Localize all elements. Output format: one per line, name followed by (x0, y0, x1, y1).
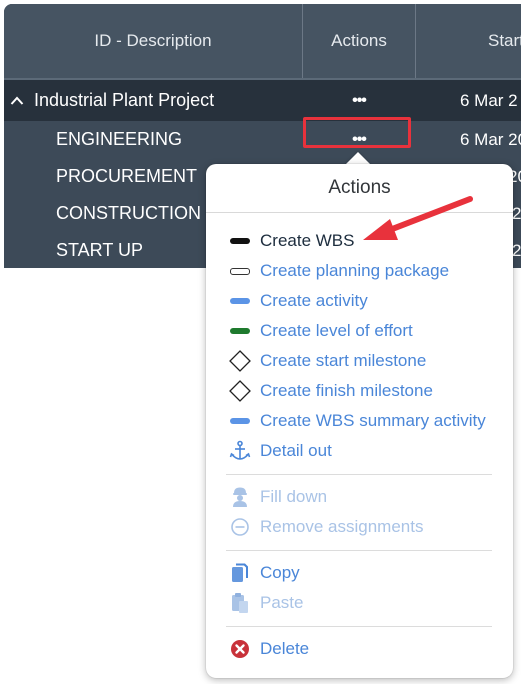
blue-bar-icon (228, 289, 252, 313)
menu-separator (226, 626, 492, 627)
anchor-icon (228, 439, 252, 463)
row-start-date: 6 Mar 2 (460, 90, 518, 110)
row-description: ENGINEERING (56, 129, 183, 149)
chevron-up-icon[interactable] (10, 94, 24, 108)
menu-item-remove-assignments[interactable]: Remove assignments (228, 513, 423, 541)
row-description: PROCUREMENT (56, 166, 198, 186)
menu-item-detail-out[interactable]: Detail out (228, 437, 332, 465)
diamond-icon (228, 349, 252, 373)
row-start-date: 6 Mar 20 (460, 129, 521, 149)
row-description: START UP (56, 240, 144, 260)
table-row-project[interactable]: Industrial Plant Project ••• 6 Mar 2 (4, 80, 521, 121)
delete-icon (228, 637, 252, 661)
menu-item-fill-down[interactable]: Fill down (228, 483, 327, 511)
outline-bar-icon (228, 259, 252, 283)
menu-separator (226, 550, 492, 551)
blue-bar-icon (228, 409, 252, 433)
black-bar-icon (228, 229, 252, 253)
menu-separator (226, 474, 492, 475)
menu-item-create-level-of-effort[interactable]: Create level of effort (228, 317, 413, 345)
paste-icon (228, 591, 252, 615)
red-pointer-arrow-icon (363, 196, 473, 240)
table-row[interactable]: ENGINEERING ••• 6 Mar 20 (4, 121, 521, 158)
green-bar-icon (228, 319, 252, 343)
popover-arrow (346, 152, 370, 164)
menu-item-create-finish-milestone[interactable]: Create finish milestone (228, 377, 433, 405)
menu-item-create-start-milestone[interactable]: Create start milestone (228, 347, 426, 375)
menu-item-create-activity[interactable]: Create activity (228, 287, 368, 315)
diamond-icon (228, 379, 252, 403)
copy-icon (228, 561, 252, 585)
column-header-actions[interactable]: Actions (303, 4, 415, 78)
menu-item-delete[interactable]: Delete (228, 635, 309, 663)
grid-header: ID - Description Actions Start (4, 4, 521, 80)
worker-icon (228, 485, 252, 509)
column-header-start[interactable]: Start (416, 4, 521, 78)
menu-item-copy[interactable]: Copy (228, 559, 300, 587)
minus-circle-icon (228, 515, 252, 539)
row-description: CONSTRUCTION (56, 203, 201, 223)
menu-item-create-wbs[interactable]: Create WBS (228, 227, 354, 255)
actions-highlight-box (303, 117, 411, 148)
menu-item-create-planning-package[interactable]: Create planning package (228, 257, 449, 285)
menu-item-create-wbs-summary-activity[interactable]: Create WBS summary activity (228, 407, 486, 435)
row-description: Industrial Plant Project (34, 90, 215, 110)
column-header-id-description[interactable]: ID - Description (4, 4, 302, 78)
menu-item-paste[interactable]: Paste (228, 589, 303, 617)
actions-button[interactable]: ••• (304, 80, 414, 121)
